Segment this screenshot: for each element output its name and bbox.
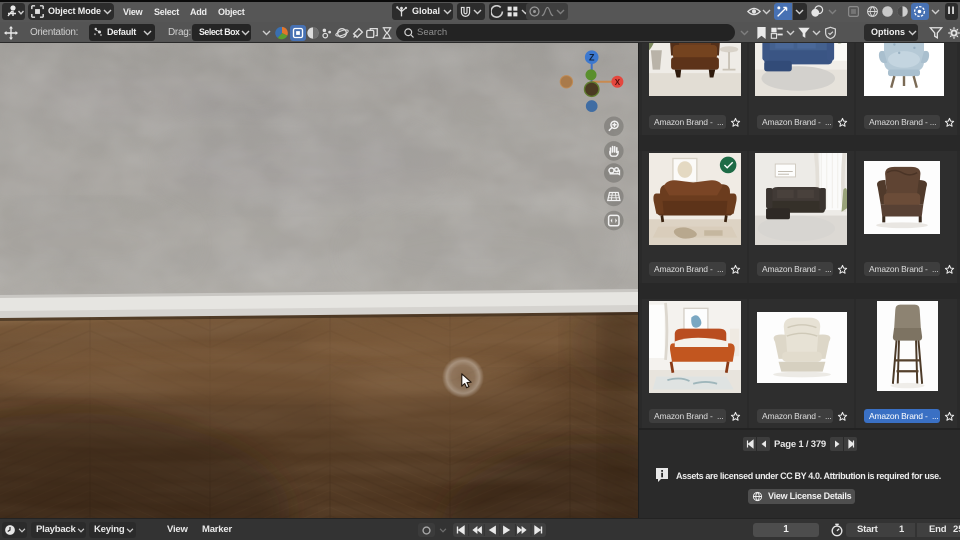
svg-text:Z: Z xyxy=(589,53,595,63)
svg-text:X: X xyxy=(615,78,621,87)
